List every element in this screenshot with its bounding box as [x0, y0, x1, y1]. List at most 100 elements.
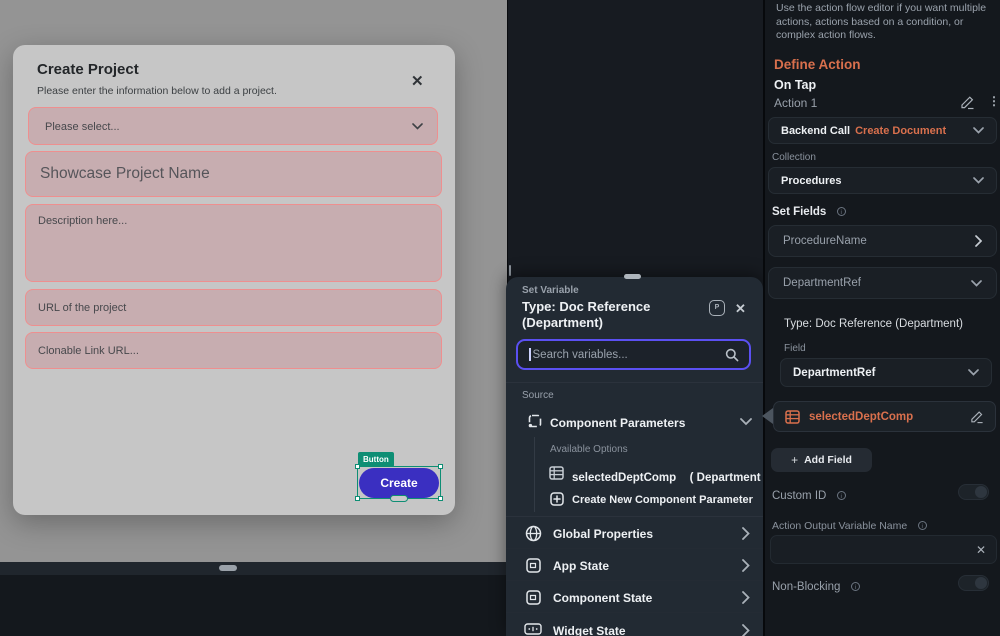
trigger-label: On Tap — [774, 78, 816, 92]
collection-label: Collection — [772, 152, 816, 163]
option-name: selectedDeptComp — [572, 472, 676, 484]
selection-handle[interactable] — [438, 464, 443, 469]
info-icon: i — [851, 582, 860, 591]
description-placeholder: Description here... — [38, 215, 127, 227]
project-url-input[interactable]: URL of the project — [25, 289, 442, 326]
field-select-value: DepartmentRef — [793, 367, 875, 379]
non-blocking-row: Non-Blocking i — [772, 577, 860, 595]
create-new-component-parameter[interactable]: Create New Component Parameter — [572, 494, 753, 506]
create-button[interactable]: Create — [359, 468, 439, 498]
project-name-input[interactable]: Showcase Project Name — [25, 151, 442, 197]
output-variable-row: Action Output Variable Name i — [772, 516, 927, 534]
app-builder-window: Create Project Please enter the informat… — [0, 0, 1000, 636]
chevron-right-icon — [975, 235, 982, 247]
chevron-right-icon[interactable] — [742, 559, 750, 572]
chevron-right-icon[interactable] — [742, 624, 750, 636]
clear-icon[interactable]: ✕ — [976, 543, 986, 557]
selection-handle[interactable] — [438, 496, 443, 501]
custom-id-label: Custom ID — [772, 490, 826, 502]
set-fields-label: Set Fields — [772, 206, 826, 218]
variable-value-chip[interactable]: selectedDeptComp — [773, 401, 996, 432]
popup-title-line1: Type: Doc Reference — [522, 299, 650, 314]
chevron-down-icon — [412, 123, 423, 130]
source-widget-state[interactable]: Widget State — [553, 624, 626, 636]
custom-id-row: Custom ID i — [772, 486, 846, 504]
toggle-knob — [975, 486, 987, 498]
chevron-down-icon — [968, 369, 979, 376]
field-type-text: Type: Doc Reference (Department) — [784, 318, 963, 330]
project-type-select[interactable]: Please select... — [28, 107, 438, 145]
scroll-indicator — [509, 265, 511, 276]
resize-notch-handle[interactable] — [390, 495, 408, 502]
modal-subtitle: Please enter the information below to ad… — [37, 85, 277, 97]
source-component-parameters[interactable]: Component Parameters — [550, 416, 685, 430]
field-label: Field — [784, 343, 806, 354]
popup-drag-handle[interactable] — [624, 274, 641, 279]
popup-title-line2: (Department) — [522, 315, 603, 330]
set-field-procedure-name[interactable]: ProcedureName — [768, 225, 997, 257]
app-state-icon — [526, 558, 541, 573]
select-placeholder: Please select... — [45, 121, 120, 133]
edit-pencil-icon[interactable] — [960, 95, 975, 110]
modal-title: Create Project — [37, 61, 139, 78]
chevron-down-icon[interactable] — [740, 418, 752, 426]
data-table-icon — [785, 410, 800, 424]
source-global-properties[interactable]: Global Properties — [553, 527, 653, 541]
panel-drag-handle[interactable] — [219, 565, 237, 571]
url-placeholder: URL of the project — [38, 302, 126, 314]
variable-search-box[interactable]: Search variables... — [516, 339, 751, 370]
action-type-dropdown[interactable]: Backend Call Create Document — [768, 117, 997, 144]
plus-square-icon — [550, 492, 564, 506]
popup-anchor-arrow — [762, 408, 773, 424]
set-fields-heading: Set Fields i — [772, 202, 846, 220]
action-label: Action 1 — [774, 96, 817, 110]
divider — [506, 516, 763, 517]
canvas-bottom-bar — [0, 562, 507, 575]
description-textarea[interactable]: Description here... — [25, 204, 442, 282]
data-table-icon — [549, 466, 564, 480]
text-cursor — [529, 348, 531, 361]
selection-handle[interactable] — [355, 464, 360, 469]
create-project-modal[interactable]: Create Project Please enter the informat… — [13, 45, 455, 515]
search-input[interactable]: Search variables... — [533, 349, 726, 361]
edit-pencil-icon[interactable] — [970, 410, 984, 424]
source-app-state[interactable]: App State — [553, 559, 609, 573]
chevron-down-icon — [973, 177, 984, 184]
non-blocking-toggle[interactable] — [958, 575, 989, 591]
output-variable-input[interactable]: ✕ — [770, 535, 997, 564]
collection-value: Procedures — [781, 175, 842, 187]
copy-variable-icon[interactable]: P — [709, 300, 725, 316]
variable-value: selectedDeptComp — [809, 411, 913, 423]
field-select-dropdown[interactable]: DepartmentRef — [780, 358, 992, 387]
output-variable-label: Action Output Variable Name — [772, 520, 907, 532]
popup-eyebrow: Set Variable — [522, 285, 579, 296]
option-selected-dept-comp[interactable]: selectedDeptComp ( Department ref ) — [572, 468, 785, 486]
add-field-button[interactable]: + Add Field — [771, 448, 872, 472]
chevron-right-icon[interactable] — [742, 591, 750, 604]
info-icon: i — [837, 491, 846, 500]
kebab-menu-icon[interactable]: ⋮ — [988, 94, 1000, 108]
divider — [506, 548, 763, 549]
toggle-knob — [975, 577, 987, 589]
plus-icon: + — [791, 453, 798, 467]
close-icon[interactable]: ✕ — [411, 72, 424, 90]
popup-close-icon[interactable]: ✕ — [735, 301, 746, 317]
divider — [506, 382, 763, 383]
divider — [506, 580, 763, 581]
chevron-right-icon[interactable] — [742, 527, 750, 540]
clonable-url-input[interactable]: Clonable Link URL... — [25, 332, 442, 369]
backend-call-value: Create Document — [855, 125, 946, 137]
source-component-state[interactable]: Component State — [553, 591, 652, 605]
source-label: Source — [522, 390, 554, 401]
info-icon: i — [918, 521, 927, 530]
custom-id-toggle[interactable] — [958, 484, 989, 500]
collection-dropdown[interactable]: Procedures — [768, 167, 997, 194]
tree-guide-line — [534, 437, 535, 512]
field-name: DepartmentRef — [783, 277, 861, 289]
set-variable-popup — [506, 277, 763, 636]
set-field-department-ref[interactable]: DepartmentRef — [768, 267, 997, 299]
non-blocking-label: Non-Blocking — [772, 581, 840, 593]
selection-handle[interactable] — [355, 496, 360, 501]
design-canvas[interactable]: Create Project Please enter the informat… — [0, 0, 507, 562]
divider — [506, 612, 763, 613]
